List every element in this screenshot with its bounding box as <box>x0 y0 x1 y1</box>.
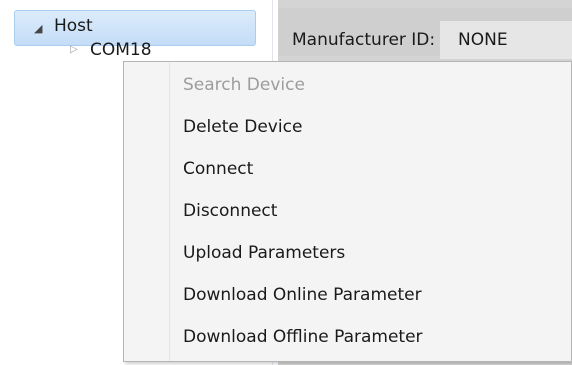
manufacturer-id-value: NONE <box>440 21 572 59</box>
menu-item-download-online-parameter[interactable]: Download Online Parameter <box>170 275 571 315</box>
tree-item-com-label[interactable]: COM18 <box>90 40 152 60</box>
menu-item-disconnect[interactable]: Disconnect <box>170 191 571 231</box>
context-menu: Search Device Delete Device Connect Disc… <box>123 61 572 362</box>
menu-item-search-device: Search Device <box>183 75 305 95</box>
menu-item-delete-device[interactable]: Delete Device <box>170 107 571 147</box>
manufacturer-id-label: Manufacturer ID: <box>292 30 436 50</box>
tree-item-host-label[interactable]: Host <box>54 16 93 36</box>
manufacturer-row: Manufacturer ID: NONE <box>278 8 572 59</box>
menu-item-connect[interactable]: Connect <box>170 149 571 189</box>
menu-icon-gutter <box>124 62 170 361</box>
menu-item-upload-parameters[interactable]: Upload Parameters <box>170 233 571 273</box>
menu-item-download-offline-parameter[interactable]: Download Offline Parameter <box>170 317 571 357</box>
triangle-right-icon[interactable]: ▷ <box>70 45 78 55</box>
triangle-down-icon[interactable]: ◢ <box>34 23 42 34</box>
